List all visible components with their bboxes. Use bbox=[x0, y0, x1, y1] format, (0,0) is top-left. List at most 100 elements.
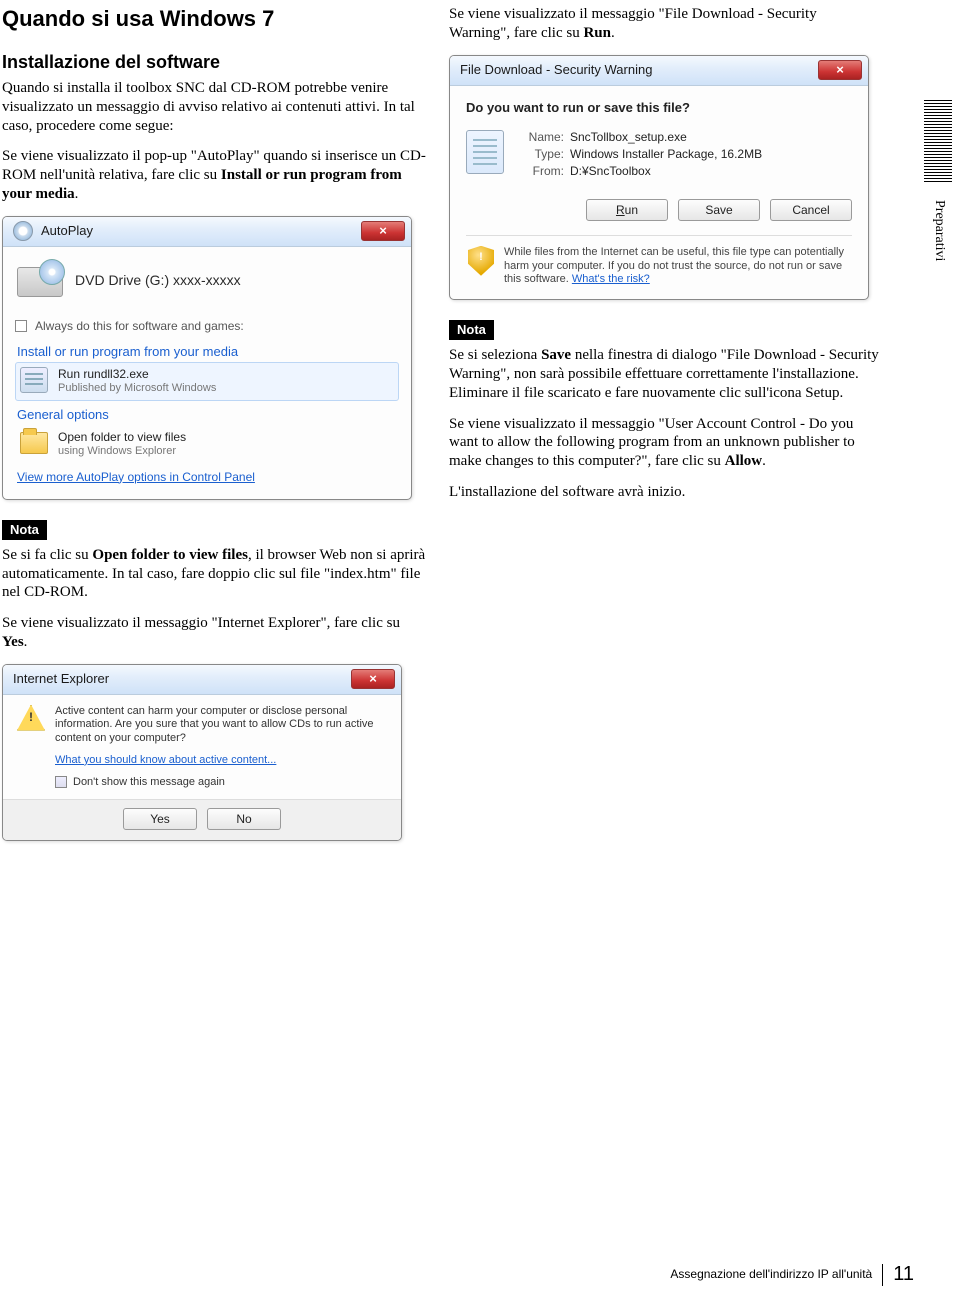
shield-icon bbox=[468, 246, 494, 276]
autoplay-body: DVD Drive (G:) xxxx-xxxxx Always do this… bbox=[3, 247, 411, 499]
fd-title-text: File Download - Security Warning bbox=[460, 62, 652, 78]
dvd-drive-icon bbox=[17, 261, 61, 301]
text: Se viene visualizzato il messaggio "File… bbox=[449, 6, 817, 41]
fd-question: Do you want to run or save this file? bbox=[466, 100, 852, 116]
file-download-dialog: File Download - Security Warning × Do yo… bbox=[449, 55, 869, 301]
side-ornament bbox=[924, 100, 952, 182]
autoplay-always-row: Always do this for software and games: bbox=[15, 319, 399, 334]
autoplay-general-header: General options bbox=[15, 401, 399, 425]
side-tab-label: Preparativi bbox=[931, 200, 949, 261]
fd-warning-text: While files from the Internet can be use… bbox=[504, 246, 850, 287]
nota-badge: Nota bbox=[449, 320, 494, 340]
fd-file-info: Name: SncTollbox_setup.exe Type: Windows I… bbox=[466, 130, 852, 181]
ie-dont-show-row: Don't show this message again bbox=[55, 776, 387, 790]
ie-titlebar: Internet Explorer × bbox=[3, 665, 401, 695]
fd-body: Do you want to run or save this file? Na… bbox=[450, 86, 868, 300]
ie-warning-row: Active content can harm your computer or… bbox=[17, 705, 387, 746]
ie-title-text: Internet Explorer bbox=[13, 671, 109, 687]
close-button[interactable]: × bbox=[361, 221, 405, 241]
autoplay-media-row: DVD Drive (G:) xxxx-xxxxx bbox=[15, 257, 399, 313]
fd-title: File Download - Security Warning bbox=[460, 62, 652, 78]
autoplay-open-line2: using Windows Explorer bbox=[58, 445, 186, 459]
filedownload-instruction: Se viene visualizzato il messaggio "File… bbox=[449, 5, 879, 43]
ie-button-row: Yes No bbox=[3, 799, 401, 840]
fd-save-button[interactable]: Save bbox=[678, 199, 760, 221]
autoplay-run-item[interactable]: Run rundll32.exe Published by Microsoft … bbox=[15, 362, 399, 401]
ie-body: Active content can harm your computer or… bbox=[3, 695, 401, 790]
install-begin: L'installazione del software avrà inizio… bbox=[449, 483, 879, 502]
ie-message: Active content can harm your computer or… bbox=[55, 705, 387, 746]
text: Se si fa clic su bbox=[2, 547, 92, 563]
fd-fields: Name: SncTollbox_setup.exe Type: Windows I… bbox=[518, 130, 762, 181]
text-bold: Allow bbox=[725, 453, 763, 469]
autoplay-run-line2: Published by Microsoft Windows bbox=[58, 382, 216, 396]
ie-dont-show-label: Don't show this message again bbox=[73, 776, 225, 790]
fd-name-row: Name: SncTollbox_setup.exe bbox=[518, 130, 762, 145]
autoplay-drive-label: DVD Drive (G:) xxxx-xxxxx bbox=[75, 272, 241, 290]
autoplay-run-text: Run rundll32.exe Published by Microsoft … bbox=[58, 367, 216, 396]
page-columns: Quando si usa Windows 7 Installazione de… bbox=[0, 0, 960, 855]
page-number: 11 bbox=[893, 1262, 914, 1287]
intro-paragraph: Quando si installa il toolbox SNC dal CD… bbox=[2, 79, 427, 135]
warning-icon bbox=[17, 705, 45, 731]
page-footer: Assegnazione dell'indirizzo IP all'unità… bbox=[670, 1262, 914, 1287]
text-bold: Yes bbox=[2, 634, 24, 650]
autoplay-titlebar: AutoPlay × bbox=[3, 217, 411, 247]
fd-from-row: From: D:¥SncToolbox bbox=[518, 164, 762, 179]
text: While files from the Internet can be use… bbox=[504, 246, 844, 286]
footer-divider bbox=[882, 1264, 883, 1286]
folder-icon bbox=[20, 432, 48, 454]
cd-icon bbox=[13, 221, 33, 241]
always-checkbox[interactable] bbox=[15, 320, 27, 332]
autoplay-open-folder-item[interactable]: Open folder to view files using Windows … bbox=[15, 425, 399, 464]
installer-icon bbox=[20, 367, 48, 393]
value: Windows Installer Package, 16.2MB bbox=[570, 147, 762, 161]
nota-paragraph-1: Se si fa clic su Open folder to view fil… bbox=[2, 546, 427, 602]
ie-dialog: Internet Explorer × Active content can h… bbox=[2, 664, 402, 842]
close-button[interactable]: × bbox=[351, 669, 395, 689]
text: . bbox=[75, 186, 79, 202]
text: . bbox=[762, 453, 766, 469]
text-bold: Save bbox=[541, 347, 571, 363]
ie-no-button[interactable]: No bbox=[207, 808, 281, 830]
autoplay-title-text: AutoPlay bbox=[41, 223, 93, 239]
text: Se viene visualizzato il messaggio "Inte… bbox=[2, 615, 400, 631]
ie-instruction: Se viene visualizzato il messaggio "Inte… bbox=[2, 614, 427, 652]
text-bold: Run bbox=[583, 25, 611, 41]
subsection-heading: Installazione del software bbox=[2, 51, 427, 74]
fd-run-button[interactable]: Run bbox=[586, 199, 668, 221]
left-column: Quando si usa Windows 7 Installazione de… bbox=[2, 5, 427, 855]
text-bold: Open folder to view files bbox=[92, 547, 248, 563]
autoplay-open-text: Open folder to view files using Windows … bbox=[58, 430, 186, 459]
right-column: Se viene visualizzato il messaggio "File… bbox=[449, 5, 879, 855]
label: Type: bbox=[518, 147, 564, 162]
fd-type-row: Type: Windows Installer Package, 16.2MB bbox=[518, 147, 762, 162]
autoplay-instruction: Se viene visualizzato il pop-up "AutoPla… bbox=[2, 147, 427, 203]
ie-active-content-link[interactable]: What you should know about active conten… bbox=[55, 754, 276, 768]
text: . bbox=[611, 25, 615, 41]
value: SncTollbox_setup.exe bbox=[570, 130, 687, 144]
value: D:¥SncToolbox bbox=[570, 164, 651, 178]
text: Se viene visualizzato il messaggio "User… bbox=[449, 416, 855, 470]
close-button[interactable]: × bbox=[818, 60, 862, 80]
section-heading: Quando si usa Windows 7 bbox=[2, 5, 427, 33]
ie-yes-button[interactable]: Yes bbox=[123, 808, 197, 830]
nota-badge: Nota bbox=[2, 520, 47, 540]
autoplay-dialog: AutoPlay × DVD Drive (G:) xxxx-xxxxx Alw… bbox=[2, 216, 412, 500]
fd-cancel-button[interactable]: Cancel bbox=[770, 199, 852, 221]
fd-risk-link[interactable]: What's the risk? bbox=[572, 273, 650, 285]
nota-paragraph-2: Se si seleziona Save nella finestra di d… bbox=[449, 346, 879, 402]
autoplay-always-label: Always do this for software and games: bbox=[35, 319, 244, 334]
autoplay-more-options-link[interactable]: View more AutoPlay options in Control Pa… bbox=[15, 464, 399, 487]
uac-instruction: Se viene visualizzato il messaggio "User… bbox=[449, 415, 879, 471]
fd-button-row: Run Save Cancel bbox=[466, 191, 852, 235]
autoplay-run-line1: Run rundll32.exe bbox=[58, 367, 216, 382]
fd-titlebar: File Download - Security Warning × bbox=[450, 56, 868, 86]
text: . bbox=[24, 634, 28, 650]
label: Name: bbox=[518, 130, 564, 145]
label: From: bbox=[518, 164, 564, 179]
fd-warning-row: While files from the Internet can be use… bbox=[466, 235, 852, 299]
ie-dont-show-checkbox[interactable] bbox=[55, 776, 67, 788]
autoplay-open-line1: Open folder to view files bbox=[58, 430, 186, 445]
text: Se si seleziona bbox=[449, 347, 541, 363]
